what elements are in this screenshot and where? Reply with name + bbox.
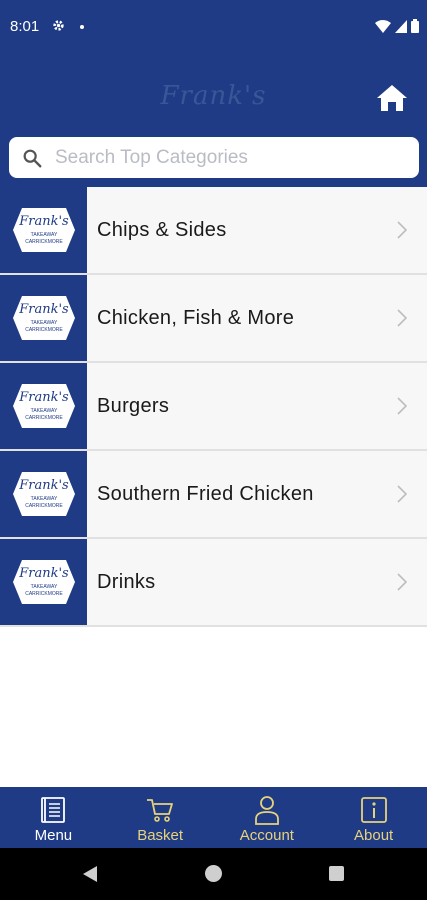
- home-icon: [377, 85, 407, 111]
- nav-basket[interactable]: Basket: [107, 787, 214, 848]
- signal-icon: [395, 19, 407, 38]
- status-bar: 8:01: [0, 0, 427, 55]
- nav-basket-label: Basket: [137, 827, 184, 844]
- app-header: Frank's: [0, 55, 427, 187]
- recents-square-icon[interactable]: [329, 866, 344, 881]
- category-list: Frank's TAKEAWAY CARRICKMORE Chips & Sid…: [0, 187, 427, 627]
- cart-icon: [145, 795, 175, 825]
- category-label: Burgers: [97, 394, 170, 417]
- category-label: Drinks: [97, 570, 156, 593]
- category-row-southern-fried-chicken[interactable]: Frank's TAKEAWAY CARRICKMORE Southern Fr…: [0, 451, 427, 539]
- category-label: Southern Fried Chicken: [97, 482, 314, 505]
- logo-location-text: CARRICKMORE: [25, 327, 63, 333]
- search-icon: [23, 149, 42, 167]
- logo-name-text: Frank's: [18, 478, 69, 493]
- chevron-right-icon: [387, 539, 417, 625]
- nav-account[interactable]: Account: [214, 787, 321, 848]
- back-triangle-icon[interactable]: [82, 865, 98, 888]
- system-nav-bar: [0, 848, 427, 900]
- chevron-right-icon: [387, 275, 417, 361]
- logo-location-text: CARRICKMORE: [25, 503, 63, 509]
- home-button[interactable]: [375, 83, 409, 113]
- logo-location-text: CARRICKMORE: [25, 591, 63, 597]
- category-logo: Frank's TAKEAWAY CARRICKMORE: [0, 187, 87, 273]
- wifi-icon: [375, 19, 391, 38]
- brand-logo: Frank's: [160, 81, 267, 111]
- search-bar[interactable]: [9, 137, 419, 178]
- category-logo: Frank's TAKEAWAY CARRICKMORE: [0, 539, 87, 625]
- category-row-drinks[interactable]: Frank's TAKEAWAY CARRICKMORE Drinks: [0, 539, 427, 627]
- category-row-burgers[interactable]: Frank's TAKEAWAY CARRICKMORE Burgers: [0, 363, 427, 451]
- settings-gear-icon: [52, 19, 65, 37]
- logo-name-text: Frank's: [18, 390, 69, 405]
- logo-name-text: Frank's: [18, 214, 69, 229]
- logo-name-text: Frank's: [18, 566, 69, 581]
- category-logo: Frank's TAKEAWAY CARRICKMORE: [0, 451, 87, 537]
- logo-name-text: Frank's: [18, 302, 69, 317]
- nav-about-label: About: [354, 827, 394, 844]
- logo-takeaway-text: TAKEAWAY: [30, 320, 57, 326]
- category-logo: Frank's TAKEAWAY CARRICKMORE: [0, 275, 87, 361]
- chevron-right-icon: [387, 363, 417, 449]
- logo-location-text: CARRICKMORE: [25, 415, 63, 421]
- chevron-right-icon: [387, 451, 417, 537]
- category-row-chicken-fish-more[interactable]: Frank's TAKEAWAY CARRICKMORE Chicken, Fi…: [0, 275, 427, 363]
- nav-menu-label: Menu: [34, 827, 73, 844]
- home-circle-icon[interactable]: [205, 865, 222, 882]
- status-time: 8:01: [10, 18, 40, 35]
- battery-icon: [411, 19, 419, 38]
- person-icon: [254, 795, 280, 825]
- category-label: Chicken, Fish & More: [97, 306, 295, 329]
- notification-dot-icon: [80, 25, 84, 29]
- logo-takeaway-text: TAKEAWAY: [30, 408, 57, 414]
- bottom-nav: Menu Basket Account About: [0, 787, 427, 848]
- logo-takeaway-text: TAKEAWAY: [30, 232, 57, 238]
- menu-book-icon: [39, 795, 67, 825]
- nav-account-label: Account: [239, 827, 294, 844]
- nav-menu[interactable]: Menu: [0, 787, 107, 848]
- search-input[interactable]: [55, 146, 395, 169]
- logo-takeaway-text: TAKEAWAY: [30, 584, 57, 590]
- chevron-right-icon: [387, 187, 417, 273]
- info-icon: [360, 795, 388, 825]
- nav-about[interactable]: About: [320, 787, 427, 848]
- category-row-chips-sides[interactable]: Frank's TAKEAWAY CARRICKMORE Chips & Sid…: [0, 187, 427, 275]
- logo-takeaway-text: TAKEAWAY: [30, 496, 57, 502]
- logo-location-text: CARRICKMORE: [25, 239, 63, 245]
- category-logo: Frank's TAKEAWAY CARRICKMORE: [0, 363, 87, 449]
- category-label: Chips & Sides: [97, 218, 227, 241]
